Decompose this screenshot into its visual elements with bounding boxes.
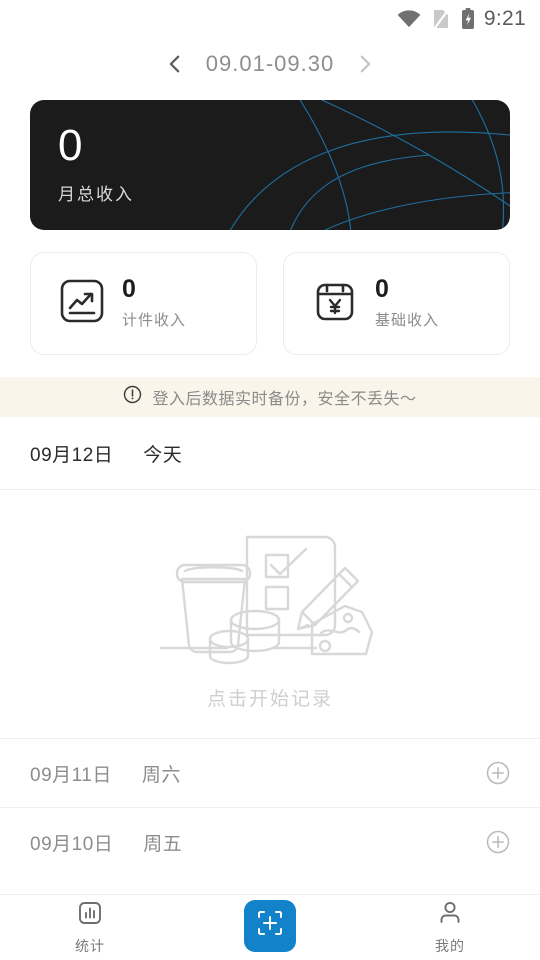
tab-statistics-label: 统计 <box>75 938 105 954</box>
monthly-income-label: 月总收入 <box>58 185 134 204</box>
table-row[interactable]: 09月10日 周五 <box>0 808 540 876</box>
monthly-income-content: 0 月总收入 <box>30 100 510 205</box>
base-income-card[interactable]: 0 基础收入 <box>283 252 510 355</box>
backup-notice-text: 登入后数据实时备份，安全不丢失～ <box>152 391 417 408</box>
calendar-yen-icon <box>311 277 359 330</box>
person-icon <box>436 899 464 932</box>
chevron-right-icon[interactable] <box>354 53 376 75</box>
today-header: 09月12日 今天 <box>0 417 540 489</box>
piecework-income-text: 0 计件收入 <box>122 277 186 330</box>
today-date: 09月12日 <box>30 444 114 466</box>
tab-statistics[interactable]: 统计 <box>0 895 180 960</box>
base-income-label: 基础收入 <box>375 312 440 329</box>
piecework-income-card[interactable]: 0 计件收入 <box>30 252 257 355</box>
row-date: 09月10日 <box>30 833 114 855</box>
empty-state-text: 点击开始记录 <box>206 689 333 710</box>
trending-chart-icon <box>58 277 106 330</box>
row-weekday: 周五 <box>143 833 183 855</box>
piecework-income-label: 计件收入 <box>122 312 187 329</box>
wifi-icon <box>396 6 422 32</box>
tab-profile[interactable]: 我的 <box>360 895 540 960</box>
bottom-navigation: 统计 我的 <box>0 894 540 960</box>
coffee-checklist-coins-illustration <box>155 517 385 674</box>
status-bar: 9:21 <box>0 0 540 38</box>
row-date: 09月11日 <box>30 764 112 786</box>
monthly-income-card[interactable]: 0 月总收入 <box>30 100 510 230</box>
tab-profile-label: 我的 <box>435 938 465 954</box>
add-record-icon <box>255 908 285 943</box>
chevron-left-icon[interactable] <box>164 53 186 75</box>
today-weekday: 今天 <box>143 444 183 466</box>
status-bar-time: 9:21 <box>483 7 526 30</box>
exclamation-circle-icon <box>123 385 142 409</box>
battery-charging-icon <box>460 7 476 31</box>
backup-notice-banner[interactable]: 登入后数据实时备份，安全不丢失～ <box>0 377 540 417</box>
plus-circle-icon[interactable] <box>486 761 510 785</box>
app-root: 9:21 09.01-09.30 0 月总收入 0 计件收入 0 基础收入 登入… <box>0 0 540 960</box>
empty-state[interactable]: 点击开始记录 <box>0 490 540 738</box>
base-income-value: 0 <box>375 275 389 303</box>
date-range-label[interactable]: 09.01-09.30 <box>206 51 334 77</box>
piecework-income-value: 0 <box>122 275 136 303</box>
sim-card-off-icon <box>430 7 452 31</box>
row-weekday: 周六 <box>141 764 181 786</box>
month-selector: 09.01-09.30 <box>0 38 540 90</box>
add-record-wrapper <box>180 899 360 956</box>
base-income-text: 0 基础收入 <box>375 277 439 330</box>
plus-circle-icon[interactable] <box>486 830 510 854</box>
monthly-income-amount: 0 <box>58 121 83 170</box>
bar-chart-icon <box>76 899 104 932</box>
table-row[interactable]: 09月11日 周六 <box>0 739 540 807</box>
add-record-button[interactable] <box>244 899 296 952</box>
income-breakdown: 0 计件收入 0 基础收入 <box>30 252 510 355</box>
